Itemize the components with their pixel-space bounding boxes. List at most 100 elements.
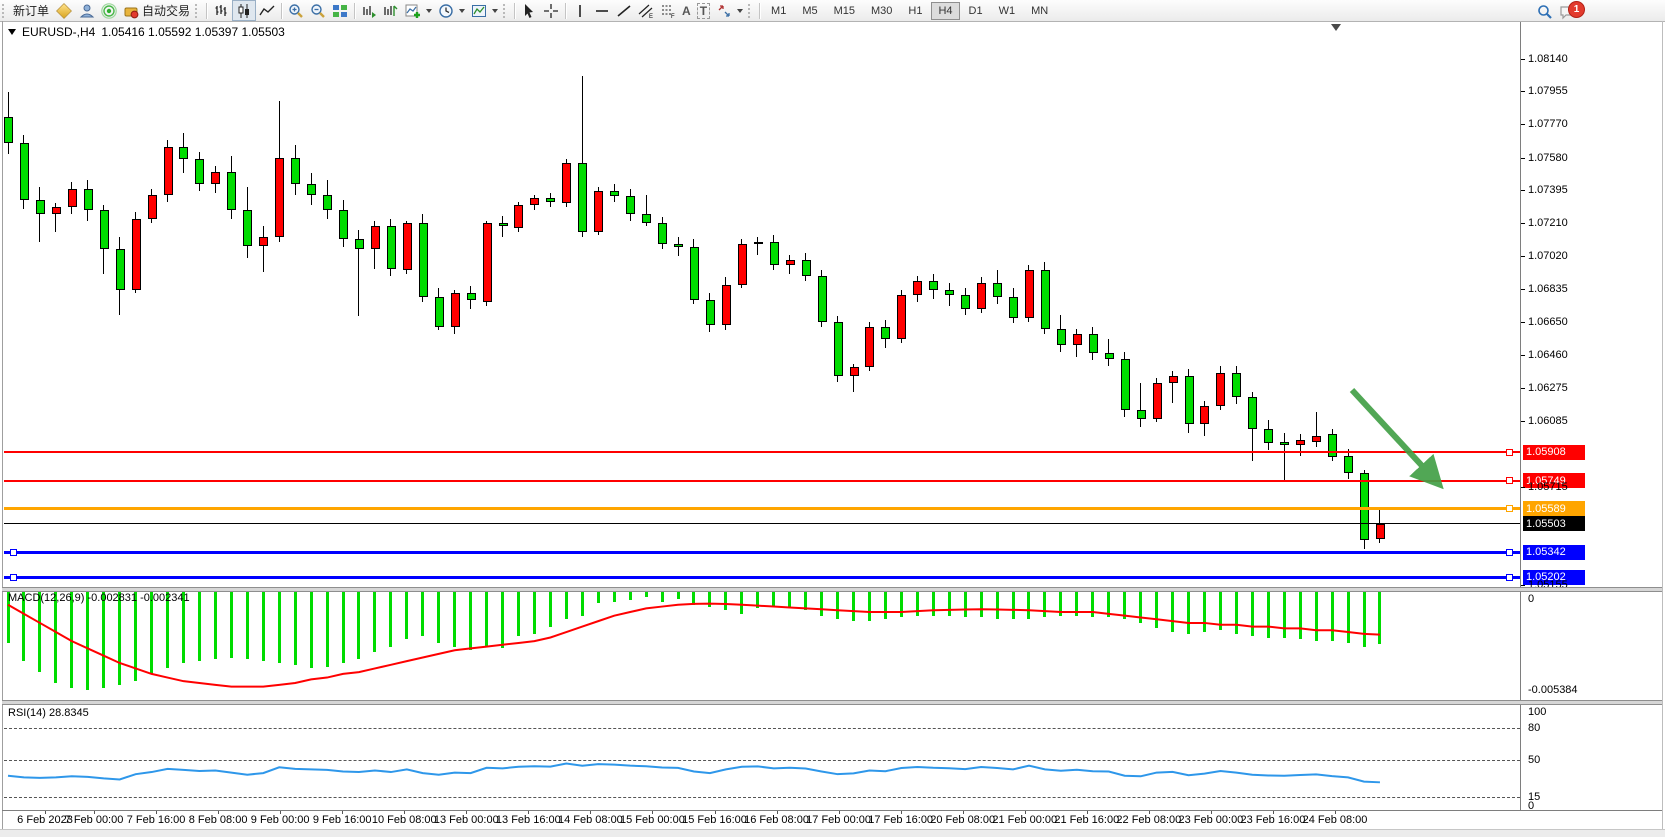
macd-label: MACD(12,26,9) -0.002831 -0.002341 [8,592,190,604]
toolbar-grip[interactable] [748,4,754,18]
text-tool-button[interactable]: A [679,1,694,20]
equidistant-channel-button[interactable]: E [635,1,657,20]
chart-shift-marker[interactable] [1331,24,1341,31]
line-handle[interactable] [1506,505,1513,512]
price-tick-label: 1.06085 [1528,415,1568,427]
chevron-down-icon [492,9,498,13]
macd-histogram-bar [469,592,472,650]
macd-histogram-bar [980,592,983,617]
pane-separator-rsi[interactable] [2,700,1662,705]
macd-histogram-bar [134,592,137,681]
line-handle[interactable] [10,574,17,581]
crosshair-button[interactable] [540,1,562,20]
bar-chart-button[interactable] [210,1,232,20]
signals-button[interactable] [98,1,120,20]
timeframe-mn-button[interactable]: MN [1024,2,1055,20]
level-line[interactable] [4,451,1520,453]
search-button[interactable] [1534,2,1556,21]
notification-badge[interactable]: 1 [1568,1,1585,18]
macd-histogram-bar [1315,592,1318,641]
timeframe-w1-button[interactable]: W1 [992,2,1023,20]
timeframe-h1-button[interactable]: H1 [901,2,929,20]
candle-body [546,198,555,202]
line-handle[interactable] [10,549,17,556]
toolbar-grip[interactable] [195,4,201,18]
candle-body [514,205,523,228]
text-label-button[interactable]: T [694,1,713,20]
candle-body [116,249,125,290]
new-order-button[interactable]: 新订单 [10,1,52,20]
profile-button[interactable] [76,1,98,20]
chart-menu-icon[interactable] [8,29,16,35]
tile-windows-button[interactable] [329,1,351,20]
price-tick-label: 1.07210 [1528,217,1568,229]
level-line[interactable] [4,507,1520,510]
macd-histogram-bar [820,592,823,616]
auto-scroll-button[interactable] [358,1,380,20]
profile-icon [79,3,95,19]
templates-button[interactable] [468,1,501,20]
timeframe-m1-button[interactable]: M1 [764,2,793,20]
trendline-button[interactable] [613,1,635,20]
line-handle[interactable] [1506,549,1513,556]
window-bottom-edge [0,829,1665,837]
new-chart-button[interactable] [52,1,76,20]
macd-histogram-bar [1363,592,1366,647]
macd-histogram-bar [740,592,743,614]
price-axis-border [1520,22,1521,811]
candle-body [642,214,651,223]
macd-scale-label: 0 [1528,593,1534,605]
candle-body [977,283,986,309]
indicators-button[interactable] [402,1,435,20]
candle-body [1121,359,1130,410]
macd-histogram-bar [389,592,392,647]
candlestick-chart-button[interactable] [232,0,256,21]
toolbar-grip[interactable] [503,4,509,18]
toolbar-grip[interactable] [2,4,8,18]
level-line[interactable] [4,576,1520,579]
level-line[interactable] [4,480,1520,482]
macd-histogram-bar [1299,592,1302,639]
timeframe-d1-button[interactable]: D1 [962,2,990,20]
fibonacci-button[interactable]: F [657,1,679,20]
time-axis-label: 13 Feb 00:00 [434,814,499,826]
arrows-tool-button[interactable] [713,1,746,20]
pane-separator-macd[interactable] [2,587,1662,592]
candle-body [993,283,1002,297]
time-axis-label: 23 Feb 16:00 [1241,814,1306,826]
line-handle[interactable] [1506,574,1513,581]
vertical-line-button[interactable] [569,1,591,20]
price-tick-mark [1521,158,1525,159]
chevron-down-icon [426,9,432,13]
line-handle[interactable] [1506,477,1513,484]
candle-body [1169,376,1178,383]
horizontal-line-button[interactable] [591,1,613,20]
timeframe-m5-button[interactable]: M5 [795,2,824,20]
candle-body [1232,373,1241,398]
price-tick-label: 1.07770 [1528,118,1568,130]
line-handle[interactable] [1506,449,1513,456]
candle-body [658,223,667,244]
zoom-in-button[interactable] [285,1,307,20]
cursor-button[interactable] [518,1,540,20]
candle-body [1105,353,1114,358]
text-icon: A [682,4,691,18]
zoom-out-button[interactable] [307,1,329,20]
timeframe-m15-button[interactable]: M15 [827,2,862,20]
candle-body [1153,383,1162,418]
price-tick-mark [1521,91,1525,92]
chart-shift-button[interactable] [380,1,402,20]
candle-body [818,276,827,322]
rsi-label: RSI(14) 28.8345 [8,707,89,719]
timeframe-m30-button[interactable]: M30 [864,2,899,20]
price-tick-label: 1.07395 [1528,184,1568,196]
macd-histogram-bar [804,592,807,610]
periods-button[interactable] [435,1,468,20]
timeframe-h4-button[interactable]: H4 [931,2,959,20]
price-tick-mark [1521,190,1525,191]
auto-trading-button[interactable]: 自动交易 [120,1,193,20]
bid-price-line[interactable] [4,523,1520,524]
time-axis-label: 7 Feb 16:00 [127,814,186,826]
line-chart-button[interactable] [256,1,278,20]
level-line[interactable] [4,551,1520,554]
